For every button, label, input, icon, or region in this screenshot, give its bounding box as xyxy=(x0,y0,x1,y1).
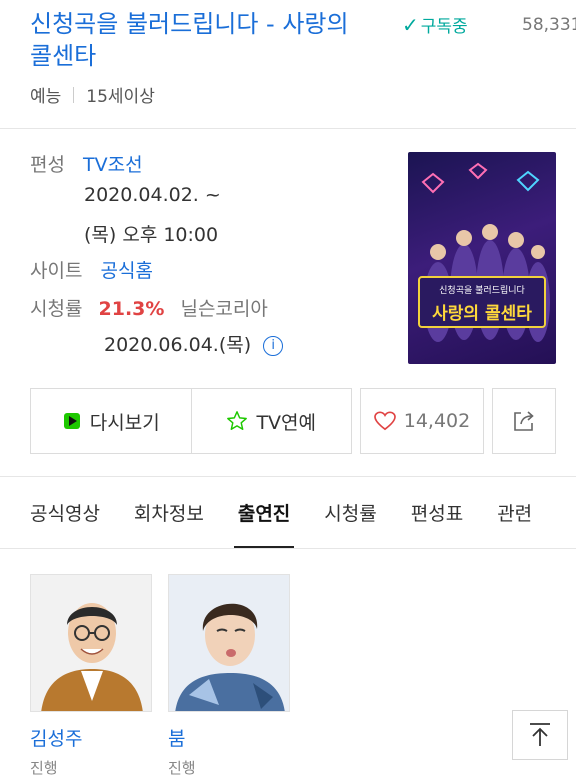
cast-photo-image xyxy=(169,575,289,711)
share-button[interactable] xyxy=(492,388,556,454)
channel-link[interactable]: TV조선 xyxy=(83,154,143,176)
genre-label: 예능 xyxy=(30,87,62,107)
poster-art xyxy=(421,162,550,342)
rating-date: 2020.06.04.(목) xyxy=(104,334,252,356)
heart-icon xyxy=(373,411,396,431)
meta-divider xyxy=(73,86,75,103)
age-rating-label: 15세이상 xyxy=(86,87,155,107)
poster-title: 사랑의 콜센타 xyxy=(432,304,532,324)
play-icon xyxy=(63,413,80,429)
rating-source: 닐슨코리아 xyxy=(180,298,268,320)
info-icon[interactable]: i xyxy=(263,335,284,356)
section-divider xyxy=(0,548,576,549)
checkmark-icon: ✓ xyxy=(402,12,419,37)
site-label: 사이트 xyxy=(30,260,83,282)
official-site-link[interactable]: 공식홈 xyxy=(101,260,153,282)
subscribe-label: 구독중 xyxy=(420,17,468,37)
cast-photo[interactable] xyxy=(30,574,152,712)
poster-subtitle: 신청곡을 불러드립니다 xyxy=(439,286,525,296)
rating-value: 21.3% xyxy=(98,298,165,320)
section-divider xyxy=(0,476,576,477)
tab-schedule[interactable]: 편성표 xyxy=(411,480,463,548)
cast-card[interactable]: 김성주 진행 xyxy=(30,574,152,778)
tab-official-video[interactable]: 공식영상 xyxy=(30,480,100,548)
tv-news-button[interactable]: TV연예 xyxy=(190,389,352,453)
replay-button[interactable]: 다시보기 xyxy=(31,389,191,453)
rating-label: 시청률 xyxy=(30,298,83,320)
cast-photo-image xyxy=(31,575,151,711)
poster-title-box: 신청곡을 불러드립니다 사랑의 콜센타 xyxy=(418,276,546,328)
replay-label: 다시보기 xyxy=(89,411,160,434)
air-date: 2020.04.02. ~ xyxy=(84,184,221,206)
program-title-line1[interactable]: 신청곡을 불러드립니다 - 사랑의 xyxy=(30,10,349,38)
cast-photo[interactable] xyxy=(168,574,290,712)
program-title-line2[interactable]: 콜센타 xyxy=(30,42,96,70)
program-poster[interactable]: 신청곡을 불러드립니다 사랑의 콜센타 xyxy=(408,152,556,364)
action-button-group: 다시보기 TV연예 xyxy=(30,388,352,454)
program-title-line2-wrap[interactable]: 콜센타 xyxy=(30,40,560,72)
channel-label: 편성 xyxy=(30,154,65,176)
tab-related[interactable]: 관련 xyxy=(497,480,532,548)
cast-card[interactable]: 붐 진행 xyxy=(168,574,290,778)
like-count: 14,402 xyxy=(403,410,471,432)
program-title[interactable]: 신청곡을 불러드립니다 - 사랑의 xyxy=(30,8,560,40)
tab-episode-info[interactable]: 회차정보 xyxy=(134,480,204,548)
share-icon xyxy=(514,411,534,431)
subscribe-button[interactable]: ✓ 구독중 xyxy=(402,12,468,38)
star-icon xyxy=(227,411,248,430)
like-button[interactable]: 14,402 xyxy=(360,388,484,454)
subscriber-count: 58,331 xyxy=(522,15,576,35)
tab-bar: 공식영상 회차정보 출연진 시청률 편성표 관련 xyxy=(30,480,576,548)
cast-role: 진행 xyxy=(168,759,196,777)
air-time: (목) 오후 10:00 xyxy=(84,224,219,246)
scroll-to-top-button[interactable] xyxy=(512,710,568,760)
arrow-up-icon xyxy=(530,723,550,746)
tab-ratings[interactable]: 시청률 xyxy=(324,480,376,548)
section-divider xyxy=(0,128,576,129)
tab-cast[interactable]: 출연진 xyxy=(233,480,295,548)
cast-name[interactable]: 붐 xyxy=(168,724,290,751)
cast-role: 진행 xyxy=(30,759,58,777)
program-header: 신청곡을 불러드립니다 - 사랑의 콜센타 ✓ 구독중 58,331 xyxy=(30,8,576,72)
program-meta: 예능 15세이상 xyxy=(30,82,155,107)
tv-news-label: TV연예 xyxy=(256,411,317,434)
cast-name[interactable]: 김성주 xyxy=(30,724,152,751)
